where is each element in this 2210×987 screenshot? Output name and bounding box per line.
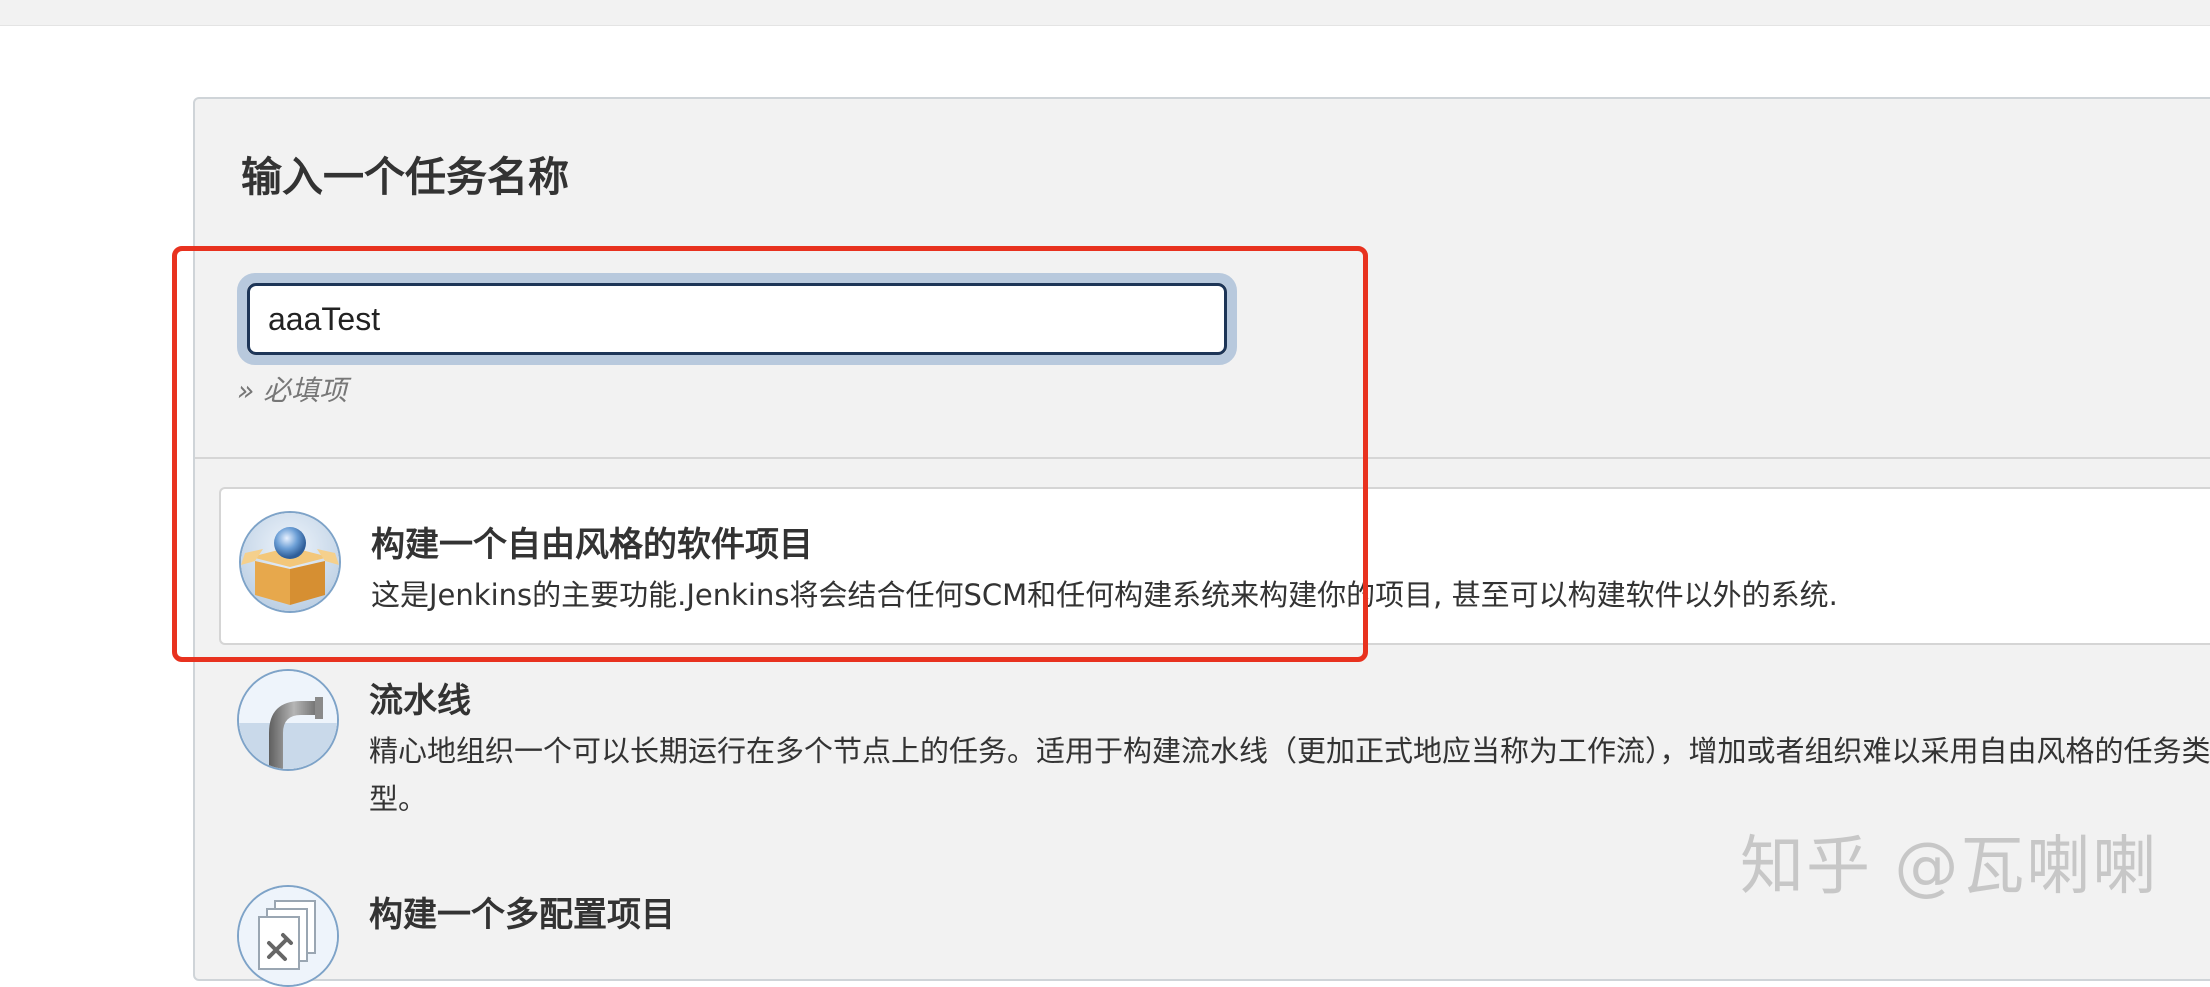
multi-config-icon (237, 885, 339, 987)
item-name-input-focus-ring (237, 273, 1237, 365)
freestyle-box-icon (239, 511, 341, 613)
required-field-hint: » 必填项 (237, 374, 348, 407)
job-type-description: 这是Jenkins的主要功能.Jenkins将会结合任何SCM和任何构建系统来构… (371, 578, 1838, 612)
job-type-title: 构建一个自由风格的软件项目 (371, 525, 813, 565)
pipeline-pipe-icon (237, 669, 339, 771)
top-bar (0, 0, 2210, 26)
watermark: 知乎 @瓦喇喇 (1740, 830, 2159, 904)
job-type-freestyle[interactable]: 构建一个自由风格的软件项目 这是Jenkins的主要功能.Jenkins将会结合… (219, 487, 2210, 645)
job-type-description: 精心地组织一个可以长期运行在多个节点上的任务。适用于构建流水线（更加正式地应当称… (369, 734, 2210, 816)
section-divider (195, 457, 2210, 459)
job-type-title: 流水线 (369, 681, 471, 721)
item-name-input[interactable] (247, 283, 1227, 355)
job-type-title: 构建一个多配置项目 (369, 895, 675, 935)
page-title: 输入一个任务名称 (241, 153, 569, 201)
